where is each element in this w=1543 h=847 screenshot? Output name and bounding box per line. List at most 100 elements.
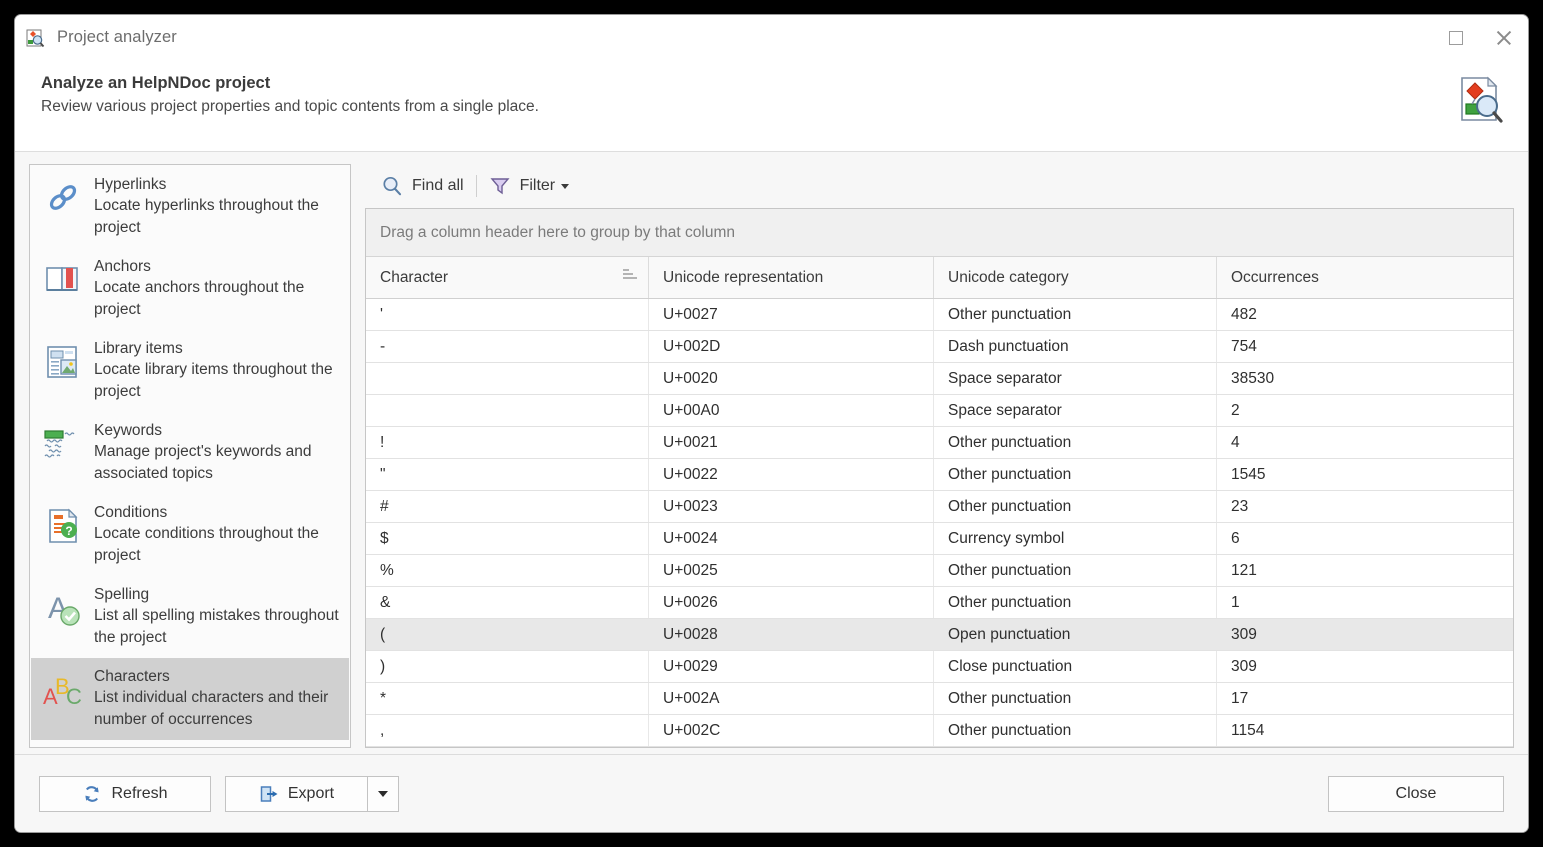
sidebar-item-anchors[interactable]: Anchors Locate anchors throughout the pr… xyxy=(31,248,349,330)
column-header-unicode-representation[interactable]: Unicode representation xyxy=(649,257,934,298)
table-row[interactable]: $ U+0024 Currency symbol 6 xyxy=(366,523,1513,555)
svg-text:?: ? xyxy=(65,524,72,538)
table-row[interactable]: ' U+0027 Other punctuation 482 xyxy=(366,299,1513,331)
cell-unicode-category: Currency symbol xyxy=(934,523,1217,554)
sidebar-item-text: Conditions Locate conditions throughout … xyxy=(94,502,340,567)
refresh-button[interactable]: Refresh xyxy=(39,775,211,812)
cell-unicode-category: Other punctuation xyxy=(934,491,1217,522)
sidebar-item-title: Anchors xyxy=(94,258,151,275)
cell-unicode-representation: U+0024 xyxy=(649,523,934,554)
cell-occurrences: 1 xyxy=(1231,593,1240,611)
cell-character: , xyxy=(366,715,649,746)
analyzer-sidebar: Hyperlinks Locate hyperlinks throughout … xyxy=(29,164,351,748)
cell-unicode-category: Space separator xyxy=(934,395,1217,426)
sidebar-item-text: Keywords Manage project's keywords and a… xyxy=(94,420,340,485)
sidebar-item-title: Conditions xyxy=(94,504,168,521)
column-header-label: Occurrences xyxy=(1231,268,1319,286)
page-title: Analyze an HelpNDoc project xyxy=(41,74,271,92)
table-row[interactable]: # U+0023 Other punctuation 23 xyxy=(366,491,1513,523)
page-subtitle: Review various project properties and to… xyxy=(41,98,539,115)
column-header-character[interactable]: Character xyxy=(366,257,649,298)
cell-character xyxy=(366,395,649,426)
sidebar-item-title: Library items xyxy=(94,340,183,357)
cell-character: - xyxy=(366,331,649,362)
cell-occurrences: 17 xyxy=(1231,689,1249,707)
chevron-down-icon xyxy=(561,183,570,189)
cell-unicode-category: Close punctuation xyxy=(934,651,1217,682)
export-button-group: Export xyxy=(225,775,399,812)
cell-character: ) xyxy=(366,651,649,682)
characters-grid: Drag a column header here to group by th… xyxy=(365,208,1514,748)
library-items-icon xyxy=(40,338,86,386)
export-dropdown-button[interactable] xyxy=(367,775,399,812)
close-window-button[interactable] xyxy=(1480,15,1528,60)
table-row[interactable]: U+00A0 Space separator 2 xyxy=(366,395,1513,427)
cell-unicode-representation: U+0025 xyxy=(649,555,934,586)
sidebar-item-library-items[interactable]: Library items Locate library items throu… xyxy=(31,330,349,412)
cell-unicode-representation: U+0022 xyxy=(649,459,934,490)
group-by-panel[interactable]: Drag a column header here to group by th… xyxy=(366,209,1513,257)
cell-occurrences: 309 xyxy=(1231,657,1257,675)
table-row[interactable]: - U+002D Dash punctuation 754 xyxy=(366,331,1513,363)
cell-unicode-representation: U+002C xyxy=(649,715,934,746)
table-row[interactable]: ! U+0021 Other punctuation 4 xyxy=(366,427,1513,459)
cell-unicode-category: Open punctuation xyxy=(934,619,1217,650)
sidebar-item-characters[interactable]: A B C Characters List individual charact… xyxy=(31,658,349,740)
project-analyzer-icon xyxy=(25,28,45,48)
export-button[interactable]: Export xyxy=(225,775,367,812)
grid-toolbar: Find all Filter xyxy=(365,164,1514,208)
cell-unicode-representation: U+0023 xyxy=(649,491,934,522)
sidebar-item-title: Hyperlinks xyxy=(94,176,167,193)
filter-button[interactable]: Filter xyxy=(481,171,578,201)
cell-character: # xyxy=(366,491,649,522)
close-icon xyxy=(1495,29,1513,47)
cell-unicode-representation: U+0020 xyxy=(649,363,934,394)
close-button-label: Close xyxy=(1395,784,1437,802)
table-row[interactable]: & U+0026 Other punctuation 1 xyxy=(366,587,1513,619)
table-row[interactable]: ) U+0029 Close punctuation 309 xyxy=(366,651,1513,683)
cell-occurrences: 1154 xyxy=(1231,721,1265,739)
cell-character: & xyxy=(366,587,649,618)
sidebar-item-desc: List individual characters and their num… xyxy=(94,689,329,728)
sidebar-item-desc: Locate hyperlinks throughout the project xyxy=(94,197,319,236)
close-button[interactable]: Close xyxy=(1328,775,1504,812)
keywords-icon xyxy=(40,420,86,468)
cell-occurrences: 38530 xyxy=(1231,369,1275,387)
cell-unicode-representation: U+0028 xyxy=(649,619,934,650)
cell-occurrences: 121 xyxy=(1231,561,1257,579)
sidebar-item-keywords[interactable]: Keywords Manage project's keywords and a… xyxy=(31,412,349,494)
sidebar-item-desc: Locate anchors throughout the project xyxy=(94,279,305,318)
table-row[interactable]: * U+002A Other punctuation 17 xyxy=(366,683,1513,715)
cell-unicode-representation: U+00A0 xyxy=(649,395,934,426)
sidebar-item-title: Characters xyxy=(94,668,170,685)
maximize-button[interactable] xyxy=(1432,15,1480,60)
toolbar-separator xyxy=(475,175,477,197)
maximize-icon xyxy=(1449,30,1463,45)
sidebar-item-desc: Locate conditions throughout the project xyxy=(94,525,319,564)
header-band: Analyze an HelpNDoc project Review vario… xyxy=(15,60,1528,152)
table-row[interactable]: , U+002C Other punctuation 1154 xyxy=(366,715,1513,747)
cell-unicode-category: Other punctuation xyxy=(934,587,1217,618)
table-row[interactable]: U+0020 Space separator 38530 xyxy=(366,363,1513,395)
main-body: Hyperlinks Locate hyperlinks throughout … xyxy=(15,152,1528,754)
conditions-icon: ? xyxy=(40,502,86,550)
sidebar-item-spelling[interactable]: A Spelling List all spelling mistakes th… xyxy=(31,576,349,658)
screen: Project analyzer Analyze an HelpNDoc pro… xyxy=(0,0,1543,847)
table-row[interactable]: (U+0028 Open punctuation 309 xyxy=(366,619,1513,651)
find-all-button[interactable]: Find all xyxy=(373,171,472,201)
cell-unicode-category: Other punctuation xyxy=(934,715,1217,746)
sidebar-item-hyperlinks[interactable]: Hyperlinks Locate hyperlinks throughout … xyxy=(31,166,349,248)
cell-character: % xyxy=(366,555,649,586)
cell-unicode-representation: U+0021 xyxy=(649,427,934,458)
column-header-occurrences[interactable]: Occurrences xyxy=(1217,257,1513,298)
table-row[interactable]: % U+0025 Other punctuation 121 xyxy=(366,555,1513,587)
hyperlinks-icon xyxy=(40,174,86,222)
window-title: Project analyzer xyxy=(57,28,177,46)
cell-occurrences: 23 xyxy=(1231,497,1249,515)
window-controls xyxy=(1432,15,1528,60)
column-header-unicode-category[interactable]: Unicode category xyxy=(934,257,1217,298)
refresh-label: Refresh xyxy=(111,784,168,802)
table-row[interactable]: " U+0022 Other punctuation 1545 xyxy=(366,459,1513,491)
sidebar-item-conditions[interactable]: ? Conditions Locate conditions throughou… xyxy=(31,494,349,576)
column-header-label: Unicode category xyxy=(948,268,1069,286)
